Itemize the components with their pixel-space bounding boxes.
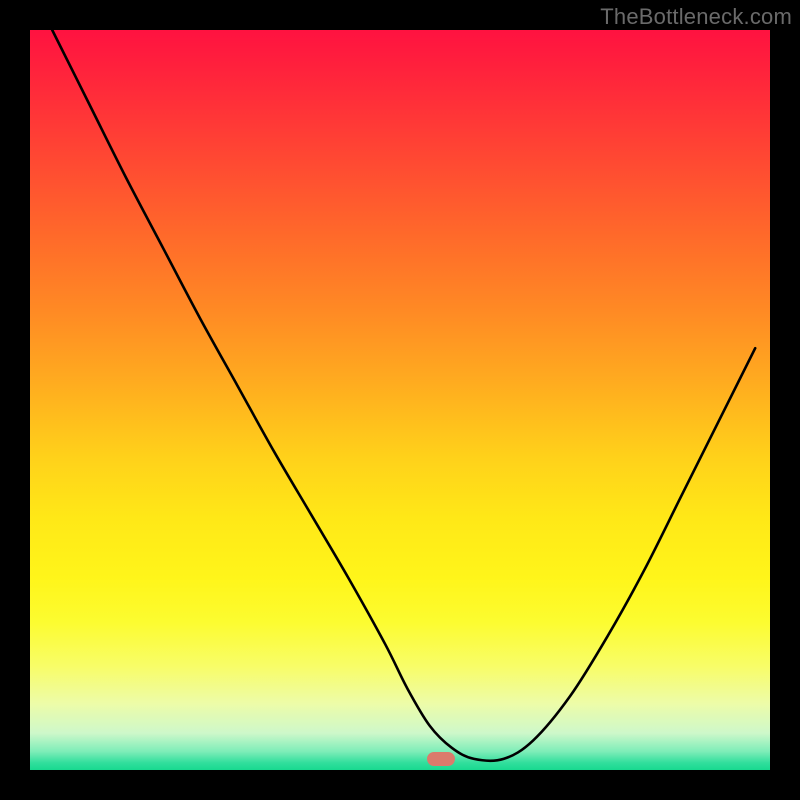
chart-frame: TheBottleneck.com	[0, 0, 800, 800]
optimal-marker	[427, 752, 455, 766]
plot-area	[30, 30, 770, 770]
watermark-text: TheBottleneck.com	[600, 4, 792, 30]
bottleneck-curve	[30, 30, 770, 770]
